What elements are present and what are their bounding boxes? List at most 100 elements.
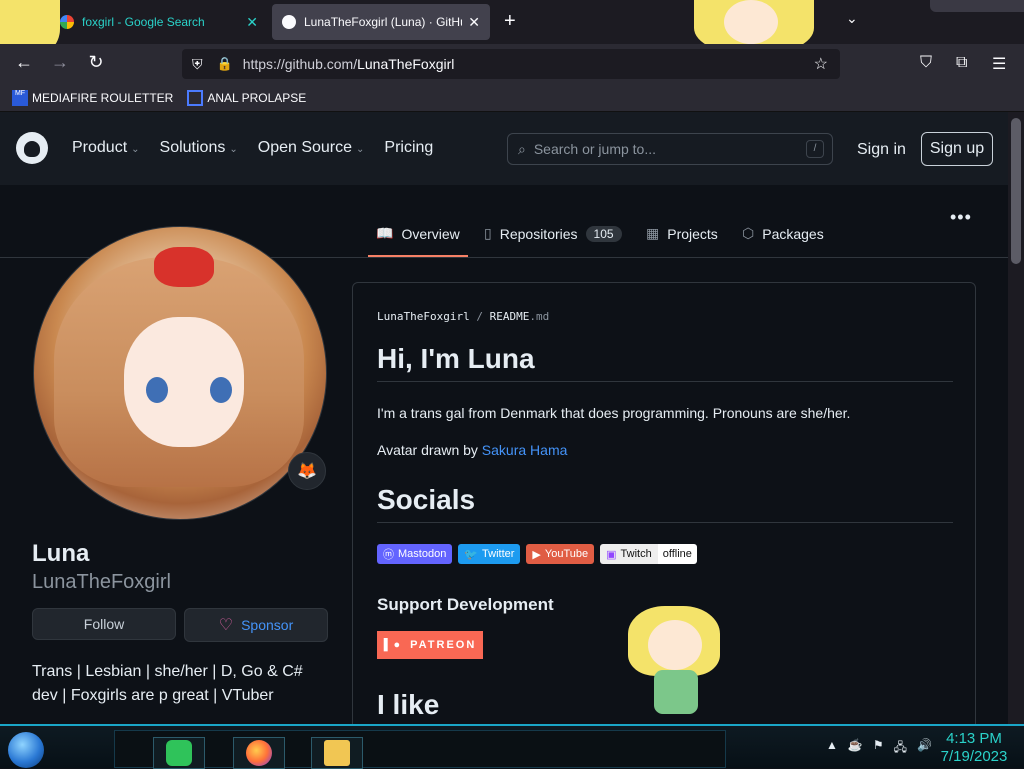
plus-icon[interactable]: + <box>504 10 516 33</box>
credit-link[interactable]: Sakura Hama <box>482 442 568 458</box>
close-tab-icon[interactable]: ✕ <box>468 14 480 31</box>
mastodon-badge[interactable]: ⓜ Mastodon <box>377 544 453 564</box>
java-icon[interactable]: ☕ <box>848 738 863 759</box>
mediafire-icon: MF <box>12 89 28 106</box>
follow-button[interactable]: Follow <box>32 608 176 640</box>
more-options-icon[interactable]: ••• <box>950 207 972 228</box>
tab-repositories[interactable]: ▯ Repositories 105 <box>484 225 622 242</box>
nav-pricing[interactable]: Pricing <box>384 139 433 157</box>
reload-icon[interactable]: ↻ <box>84 52 108 73</box>
tab-packages[interactable]: ⬡ Packages <box>742 225 824 242</box>
nav-label: Solutions <box>159 139 226 156</box>
scrollbar-thumb[interactable] <box>1011 118 1021 264</box>
page-scrollbar[interactable] <box>1008 112 1024 724</box>
nav-label: Pricing <box>384 139 434 156</box>
sign-in-link[interactable]: Sign in <box>857 141 906 159</box>
profile-name: Luna <box>32 540 90 567</box>
twitch-status: offline <box>657 544 697 564</box>
nav-product[interactable]: Product ⌄ <box>72 139 140 157</box>
active-tab-underline <box>368 255 468 257</box>
twitch-badge[interactable]: ▣ Twitch offline <box>600 544 697 564</box>
sign-up-button[interactable]: Sign up <box>921 132 993 166</box>
avatar-bow <box>154 247 214 287</box>
forward-arrow-icon[interactable]: → <box>48 52 72 73</box>
tab-projects[interactable]: ▦ Projects <box>646 225 718 242</box>
patreon-icon: ▌● <box>383 639 403 651</box>
shield-icon[interactable]: ⛨ <box>192 56 203 73</box>
taskbar-app-explorer[interactable] <box>311 737 363 769</box>
notes-app-icon <box>166 740 192 766</box>
twitter-badge[interactable]: 🐦 Twitter <box>458 544 521 564</box>
system-tray: ▲ ☕ ⚑ 🖧 🔊 <box>826 738 932 759</box>
menu-icon[interactable]: ☰ <box>992 54 1006 74</box>
tab-label: LunaTheFoxgirl (Luna) · GitHub <box>304 15 463 29</box>
window-controls[interactable] <box>930 0 1024 12</box>
clock-date: 7/19/2023 <box>940 748 1008 765</box>
github-logo-icon[interactable] <box>16 132 48 164</box>
sticker-character-bottom <box>628 600 724 722</box>
taskbar-app-firefox[interactable] <box>233 737 285 769</box>
extensions-icon[interactable]: ⧉ <box>956 54 967 72</box>
mastodon-icon: ⓜ <box>383 549 394 561</box>
patreon-label: PATREON <box>410 639 477 651</box>
close-tab-icon[interactable]: ✕ <box>246 14 258 31</box>
repo-icon: ▯ <box>484 225 492 241</box>
search-input[interactable]: ⌕ Search or jump to... / <box>507 133 833 165</box>
twitch-icon: ▣ <box>606 548 617 561</box>
google-icon <box>60 15 74 29</box>
flag-icon[interactable]: ⚑ <box>873 738 884 759</box>
readme-heading: Hi, I'm Luna <box>377 343 953 382</box>
taskbar-clock[interactable]: 4:13 PM 7/19/2023 <box>934 730 1014 766</box>
search-shortcut-key: / <box>806 140 824 158</box>
back-arrow-icon[interactable]: ← <box>12 52 36 73</box>
folder-icon <box>324 740 350 766</box>
lock-icon[interactable]: 🔒 <box>217 56 233 72</box>
nav-solutions[interactable]: Solutions ⌄ <box>160 139 238 157</box>
taskbar-apps <box>114 730 726 769</box>
readme-path-file[interactable]: README <box>490 310 530 323</box>
address-bar[interactable]: ⛨ 🔒 https://github.com/LunaTheFoxgirl ☆ <box>182 49 840 79</box>
browser-tabbar: foxgirl - Google Search ✕ LunaTheFoxgirl… <box>0 0 1024 58</box>
network-icon[interactable]: 🖧 <box>894 738 907 759</box>
volume-icon[interactable]: 🔊 <box>917 738 932 759</box>
browser-navbar: ← → ↻ ⛨ 🔒 https://github.com/LunaTheFoxg… <box>0 44 1024 84</box>
pocket-icon[interactable]: ⛉ <box>920 54 932 72</box>
taskbar-app-notes[interactable] <box>153 737 205 769</box>
browser-tab-google[interactable]: foxgirl - Google Search ✕ <box>50 4 268 40</box>
credit-prefix: Avatar drawn by <box>377 442 482 458</box>
nav-label: Product <box>72 139 128 156</box>
show-hidden-icon[interactable]: ▲ <box>826 738 838 759</box>
github-nav: Product ⌄ Solutions ⌄ Open Source ⌄ Pricing <box>72 139 433 157</box>
youtube-badge[interactable]: ▶ YouTube <box>526 544 595 564</box>
avatar[interactable] <box>33 226 327 520</box>
bookmark-star-icon[interactable]: ☆ <box>814 54 828 74</box>
chevron-down-icon[interactable]: ⌄ <box>846 10 858 27</box>
table-icon: ▦ <box>646 225 660 241</box>
bookmark-second[interactable]: ANAL PROLAPSE <box>187 89 307 106</box>
bookmark-label: ANAL PROLAPSE <box>207 90 307 105</box>
avatar-eye <box>210 377 232 403</box>
nav-open-source[interactable]: Open Source ⌄ <box>258 139 365 157</box>
avatar-eye <box>146 377 168 403</box>
start-button[interactable] <box>8 732 44 768</box>
bookmark-mediafire[interactable]: MF MEDIAFIRE ROULETTER <box>12 89 173 106</box>
status-emoji[interactable]: 🦊 <box>288 452 326 490</box>
readme-intro: I'm a trans gal from Denmark that does p… <box>377 405 851 421</box>
browser-tab-github[interactable]: LunaTheFoxgirl (Luna) · GitHub ✕ <box>272 4 490 40</box>
badge-label: Mastodon <box>398 548 447 560</box>
patreon-button[interactable]: ▌● PATREON <box>377 631 483 659</box>
clock-time: 4:13 PM <box>946 730 1002 747</box>
tab-overview[interactable]: 📖 Overview <box>376 225 460 242</box>
badge-label: Twitch <box>620 548 652 560</box>
readme-path-user[interactable]: LunaTheFoxgirl <box>377 310 470 323</box>
package-icon: ⬡ <box>742 225 755 241</box>
readme-path-ext: .md <box>529 310 550 323</box>
twitter-icon: 🐦 <box>464 548 479 561</box>
social-badges: ⓜ Mastodon 🐦 Twitter ▶ YouTube ▣ Twitch offli… <box>377 544 697 564</box>
readme-path: LunaTheFoxgirl / README.md <box>377 310 549 323</box>
sponsor-button[interactable]: ♡ Sponsor <box>184 608 328 642</box>
heart-icon: ♡ <box>218 617 234 634</box>
nav-label: Open Source <box>257 139 353 156</box>
firefox-icon <box>246 740 272 766</box>
tab-label: Projects <box>667 225 718 242</box>
